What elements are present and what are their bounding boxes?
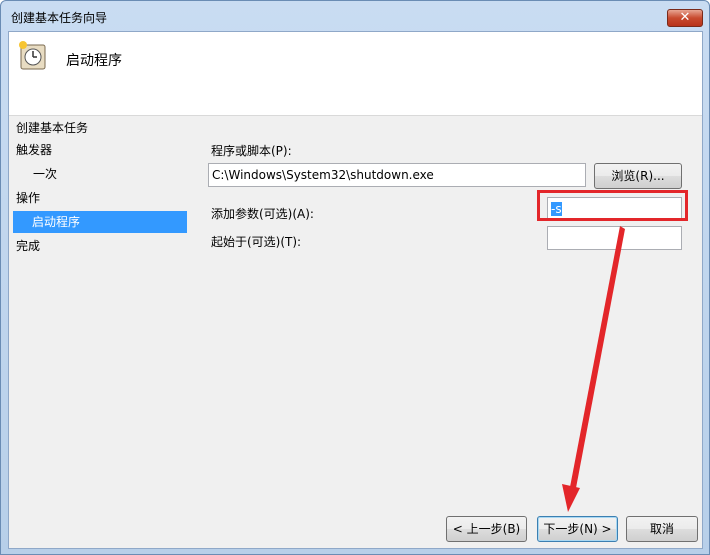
annotation-arrow-icon [562,226,625,512]
